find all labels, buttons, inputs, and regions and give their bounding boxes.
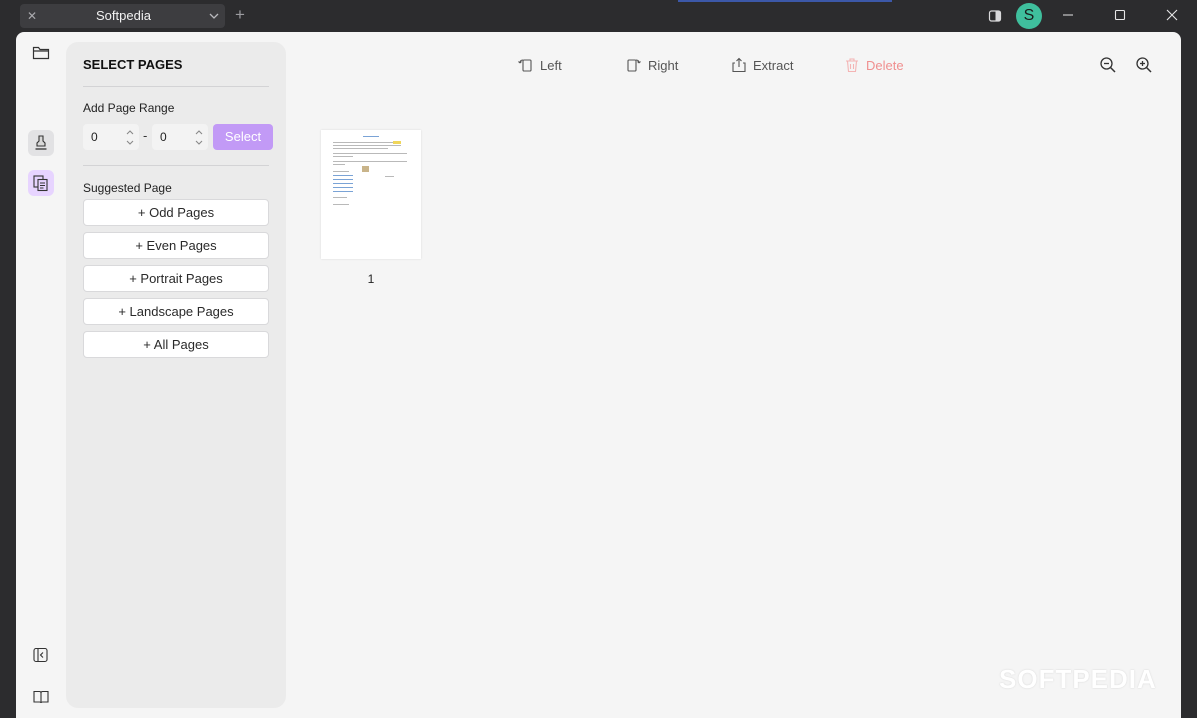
select-pages-panel: SELECT PAGES Add Page Range 0 - 0 Select… bbox=[66, 42, 286, 708]
zoom-in-icon[interactable] bbox=[1135, 56, 1153, 74]
title-bar: ✕ Softpedia + S bbox=[0, 0, 1197, 32]
divider bbox=[83, 86, 269, 87]
even-pages-button[interactable]: + Even Pages bbox=[83, 232, 269, 259]
close-icon[interactable] bbox=[1158, 4, 1186, 26]
document-tab[interactable]: ✕ Softpedia bbox=[20, 4, 225, 28]
stamp-icon[interactable] bbox=[28, 130, 54, 156]
maximize-icon[interactable] bbox=[1106, 4, 1134, 26]
spin-down-icon[interactable] bbox=[194, 138, 204, 147]
page-thumbnail[interactable] bbox=[321, 130, 421, 259]
delete-button[interactable]: Delete bbox=[844, 56, 934, 76]
book-icon[interactable] bbox=[28, 684, 54, 710]
rotate-right-label: Right bbox=[648, 58, 679, 73]
spin-up-icon[interactable] bbox=[194, 128, 204, 137]
panel-title: SELECT PAGES bbox=[83, 57, 183, 72]
new-tab-plus-icon[interactable]: + bbox=[232, 6, 248, 24]
spin-down-icon[interactable] bbox=[125, 138, 135, 147]
minimize-icon[interactable] bbox=[1054, 4, 1082, 26]
landscape-pages-button[interactable]: + Landscape Pages bbox=[83, 298, 269, 325]
tab-close-icon[interactable]: ✕ bbox=[24, 7, 40, 25]
chevron-down-icon[interactable] bbox=[207, 9, 221, 23]
range-to-input[interactable]: 0 bbox=[152, 124, 208, 150]
page-number: 1 bbox=[367, 272, 375, 286]
softpedia-watermark: SOFTPEDIA bbox=[999, 664, 1157, 694]
portrait-pages-button[interactable]: + Portrait Pages bbox=[83, 265, 269, 292]
rotate-left-button[interactable]: Left bbox=[518, 56, 578, 76]
all-pages-button[interactable]: + All Pages bbox=[83, 331, 269, 358]
panel-toggle-icon[interactable] bbox=[988, 9, 1002, 23]
rotate-left-icon bbox=[518, 59, 532, 72]
range-to-value: 0 bbox=[160, 130, 167, 144]
extract-button[interactable]: Extract bbox=[731, 56, 821, 76]
delete-label: Delete bbox=[866, 58, 904, 73]
divider bbox=[83, 165, 269, 166]
range-separator: - bbox=[143, 128, 148, 143]
range-label: Add Page Range bbox=[83, 101, 175, 115]
folder-icon[interactable] bbox=[28, 40, 54, 66]
extract-label: Extract bbox=[753, 58, 794, 73]
range-from-input[interactable]: 0 bbox=[83, 124, 139, 150]
rotate-right-button[interactable]: Right bbox=[626, 56, 696, 76]
rotate-right-icon bbox=[627, 59, 641, 72]
pages-icon[interactable] bbox=[28, 170, 54, 196]
trash-icon bbox=[846, 58, 858, 73]
suggested-page-label: Suggested Page bbox=[83, 181, 172, 195]
zoom-out-icon[interactable] bbox=[1099, 56, 1117, 74]
main-window: SELECT PAGES Add Page Range 0 - 0 Select… bbox=[16, 32, 1181, 718]
left-rail bbox=[16, 32, 66, 718]
tab-title: Softpedia bbox=[96, 8, 151, 23]
odd-pages-button[interactable]: + Odd Pages bbox=[83, 199, 269, 226]
rotate-left-label: Left bbox=[540, 58, 562, 73]
collapse-panel-icon[interactable] bbox=[28, 642, 54, 668]
range-from-value: 0 bbox=[91, 130, 98, 144]
spin-up-icon[interactable] bbox=[125, 128, 135, 137]
extract-icon bbox=[732, 57, 746, 73]
select-button[interactable]: Select bbox=[213, 124, 273, 150]
avatar[interactable]: S bbox=[1016, 3, 1042, 29]
title-accent-line bbox=[678, 0, 892, 2]
